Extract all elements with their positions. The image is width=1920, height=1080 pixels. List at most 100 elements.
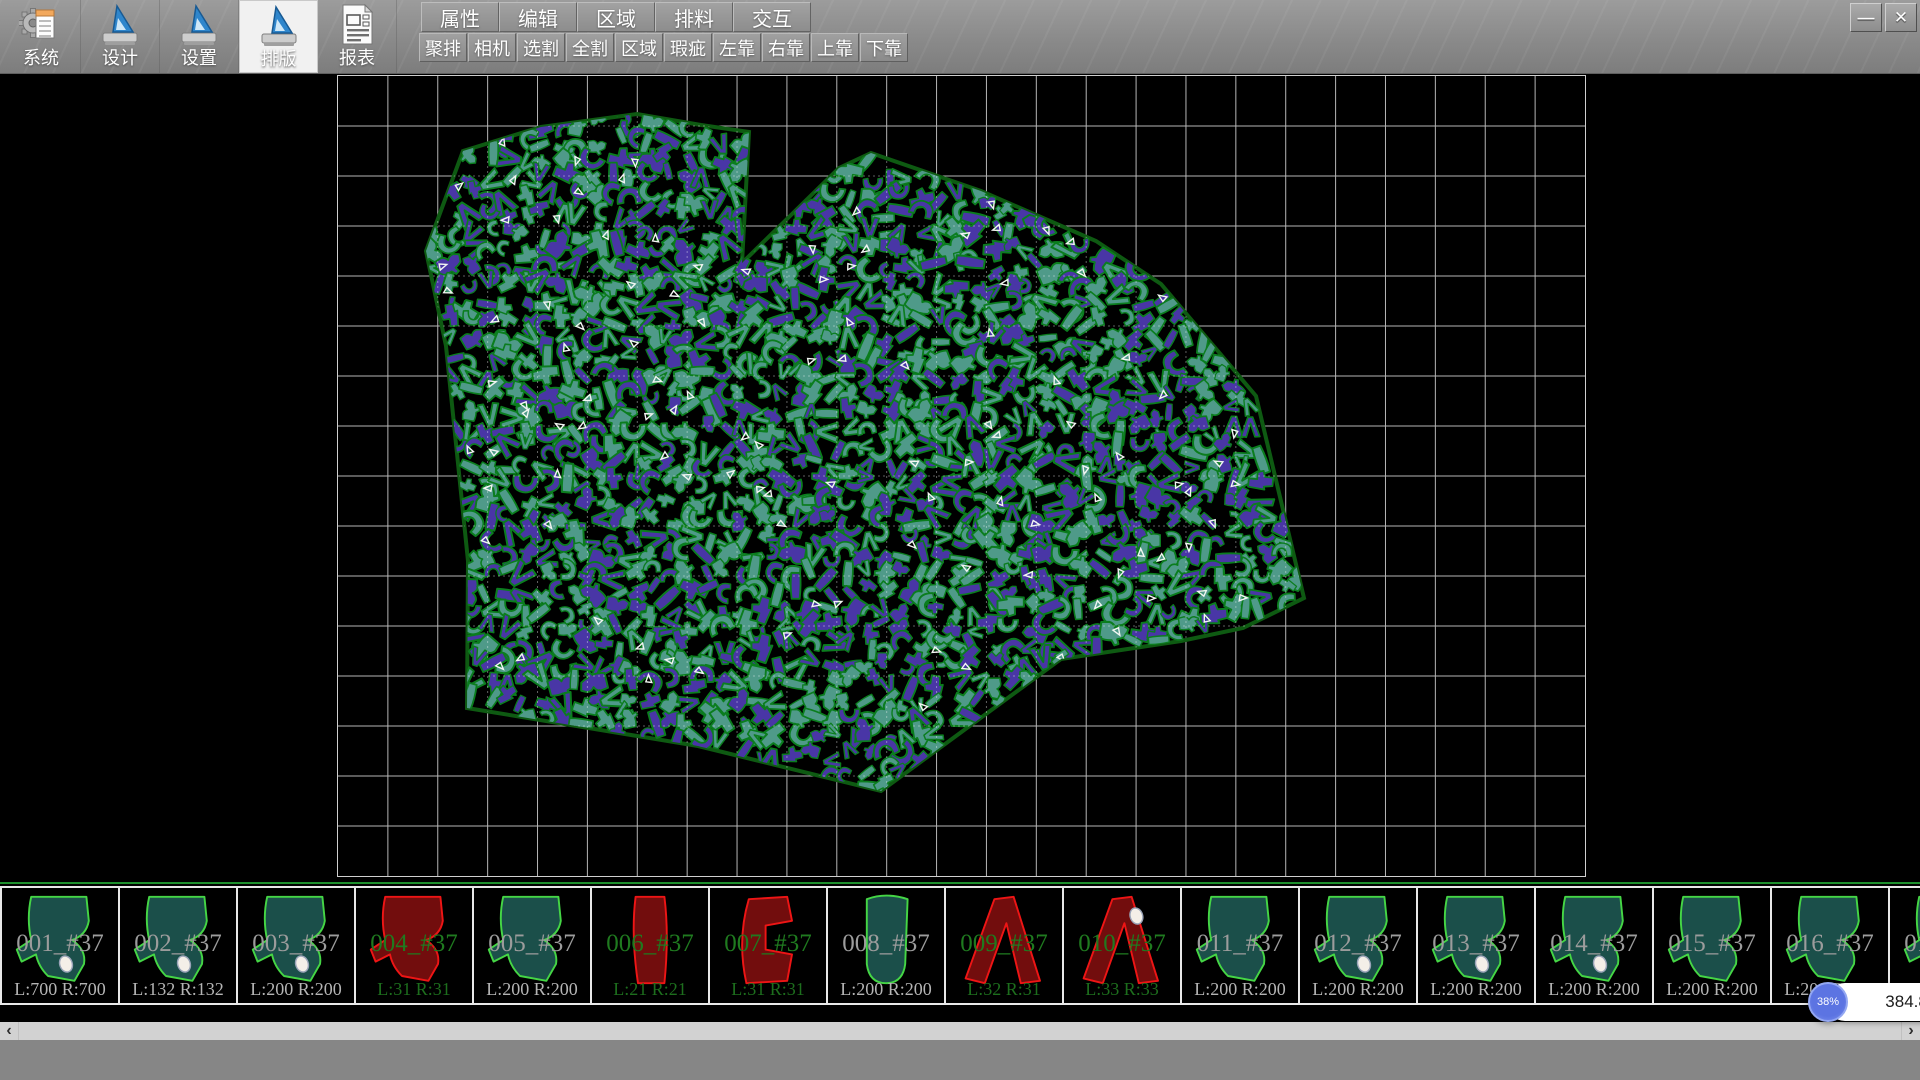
part-lr-count: L:200 R:200 [238, 979, 354, 1000]
part-thumbnail[interactable]: 009_#37 L:32 R:31 [946, 888, 1064, 1003]
mode-label: 设计 [102, 48, 138, 68]
strip-separator [0, 877, 1920, 886]
window-controls: — ✕ [1850, 3, 1917, 32]
part-thumbnail[interactable]: 014_#37 L:200 R:200 [1536, 888, 1654, 1003]
part-lr-count: L:132 R:132 [120, 979, 236, 1000]
mode-design[interactable]: 设计 [81, 0, 160, 73]
tool-camera[interactable]: 相机 [468, 33, 516, 62]
part-label: 016_#37 [1772, 930, 1888, 958]
part-thumbnail[interactable]: 007_#37 L:31 R:31 [710, 888, 828, 1003]
part-lr-count: L:200 R:200 [828, 979, 944, 1000]
part-label: 014_#37 [1536, 930, 1652, 958]
part-label: 009_#37 [946, 930, 1062, 958]
part-label: 013_#37 [1418, 930, 1534, 958]
report-doc-icon [335, 2, 379, 48]
part-label: 004_#37 [356, 930, 472, 958]
mode-layout[interactable]: 排版 [239, 0, 318, 73]
tool-snap-right[interactable]: 右靠 [762, 33, 810, 62]
part-label: 012_#37 [1300, 930, 1416, 958]
part-thumbnail[interactable]: 015_#37 L:200 R:200 [1654, 888, 1772, 1003]
tool-snap-top[interactable]: 上靠 [811, 33, 859, 62]
mode-system[interactable]: 系统 [2, 0, 81, 73]
part-thumbnail[interactable]: 002_#37 L:132 R:132 [120, 888, 238, 1003]
menu-nesting[interactable]: 排料 [655, 2, 733, 32]
part-lr-count: L:31 R:31 [356, 979, 472, 1000]
mode-report[interactable]: 报表 [318, 0, 397, 73]
status-badge: 38% 384.8M [1808, 981, 1920, 1022]
part-thumbnail[interactable]: 012_#37 L:200 R:200 [1300, 888, 1418, 1003]
tool-snap-left[interactable]: 左靠 [713, 33, 761, 62]
part-thumbnail[interactable]: 008_#37 L:200 R:200 [828, 888, 946, 1003]
application-window: 系统设计设置排版报表 属性编辑区域排料交互 聚排相机选割全割区域瑕疵左靠右靠上靠… [0, 0, 1920, 1080]
scroll-left-arrow[interactable]: ‹ [0, 1022, 18, 1040]
mode-label: 报表 [339, 48, 375, 68]
scroll-right-arrow[interactable]: › [1902, 1022, 1920, 1040]
part-lr-count: L:200 R:200 [1300, 979, 1416, 1000]
part-thumbnail[interactable]: 004_#37 L:31 R:31 [356, 888, 474, 1003]
progress-value: 38% [1817, 996, 1839, 1008]
part-thumbnail[interactable]: 010_#37 L:33 R:33 [1064, 888, 1182, 1003]
part-lr-count: L:32 R:31 [946, 979, 1062, 1000]
part-label: 006_#37 [592, 930, 708, 958]
tool-snap-bottom[interactable]: 下靠 [860, 33, 908, 62]
mode-label: 系统 [23, 48, 59, 68]
part-thumbnail[interactable]: 006_#37 L:21 R:21 [592, 888, 710, 1003]
separator-line-dim [0, 882, 1920, 884]
part-label: 003_#37 [238, 930, 354, 958]
part-lr-count: L:21 R:21 [592, 979, 708, 1000]
tool-cut-all[interactable]: 全割 [566, 33, 614, 62]
separator-line-bright [0, 878, 1920, 881]
setsquare-icon [177, 2, 221, 48]
canvas-workspace [0, 74, 1920, 877]
part-label: 005_#37 [474, 930, 590, 958]
tool-cluster-nest[interactable]: 聚排 [419, 33, 467, 62]
gear-doc-icon [19, 2, 63, 48]
tool-select-cut[interactable]: 选割 [517, 33, 565, 62]
part-thumbnail[interactable]: 013_#37 L:200 R:200 [1418, 888, 1536, 1003]
nesting-canvas[interactable] [337, 75, 1586, 877]
minimize-button[interactable]: — [1850, 3, 1882, 32]
parts-strip: 001_#37 L:700 R:700002_#37 L:132 R:132003_… [0, 886, 1920, 1005]
part-lr-count: L:200 R:200 [474, 979, 590, 1000]
mode-button-bar: 系统 设计 设置 排版 报表 [2, 0, 397, 73]
close-button[interactable]: ✕ [1885, 3, 1917, 32]
mode-label: 设置 [181, 48, 217, 68]
setsquare-icon [98, 2, 142, 48]
progress-circle: 38% [1808, 982, 1848, 1022]
scroll-track[interactable] [18, 1022, 1902, 1040]
menu-edit[interactable]: 编辑 [499, 2, 577, 32]
part-label: 010_#37 [1064, 930, 1180, 958]
part-lr-count: L:700 R:700 [2, 979, 118, 1000]
part-label: 008_#37 [828, 930, 944, 958]
part-thumbnail[interactable]: 001_#37 L:700 R:700 [0, 888, 120, 1003]
menu-region[interactable]: 区域 [577, 2, 655, 32]
setsquare-icon [257, 3, 301, 49]
mode-setup[interactable]: 设置 [160, 0, 239, 73]
part-lr-count: L:200 R:200 [1418, 979, 1534, 1000]
memory-value: 384.8M [1885, 992, 1920, 1012]
part-label: 017_#37 [1890, 930, 1920, 958]
part-label: 002_#37 [120, 930, 236, 958]
tool-region[interactable]: 区域 [615, 33, 663, 62]
toolbar: 系统设计设置排版报表 属性编辑区域排料交互 聚排相机选割全割区域瑕疵左靠右靠上靠… [0, 0, 1920, 74]
part-lr-count: L:31 R:31 [710, 979, 826, 1000]
horizontal-scrollbar[interactable]: ‹ › [0, 1022, 1920, 1040]
part-lr-count: L:200 R:200 [1654, 979, 1770, 1000]
part-label: 001_#37 [2, 930, 118, 958]
menu-interact[interactable]: 交互 [733, 2, 811, 32]
part-thumbnail[interactable]: 003_#37 L:200 R:200 [238, 888, 356, 1003]
status-bar [0, 1040, 1920, 1080]
part-thumbnail[interactable]: 011_#37 L:200 R:200 [1182, 888, 1300, 1003]
mode-label: 排版 [261, 49, 297, 69]
part-lr-count: L:33 R:33 [1064, 979, 1180, 1000]
tool-button-bar: 聚排相机选割全割区域瑕疵左靠右靠上靠下靠 [419, 33, 909, 62]
menu-bar: 属性编辑区域排料交互 [421, 2, 811, 32]
part-thumbnail[interactable]: 005_#37 L:200 R:200 [474, 888, 592, 1003]
part-label: 011_#37 [1182, 930, 1298, 958]
part-lr-count: L:200 R:200 [1182, 979, 1298, 1000]
menu-properties[interactable]: 属性 [421, 2, 499, 32]
part-label: 015_#37 [1654, 930, 1770, 958]
tool-defect[interactable]: 瑕疵 [664, 33, 712, 62]
part-lr-count: L:200 R:200 [1536, 979, 1652, 1000]
part-label: 007_#37 [710, 930, 826, 958]
